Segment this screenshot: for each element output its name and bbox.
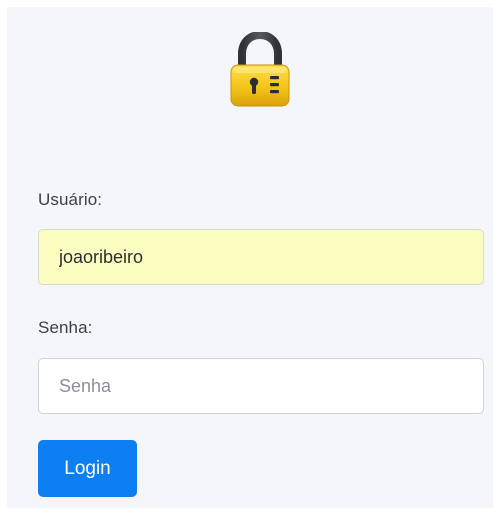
username-input[interactable]	[38, 229, 484, 285]
password-label: Senha:	[38, 318, 93, 337]
login-panel: Usuário: Senha: Login	[7, 7, 493, 508]
username-label: Usuário:	[38, 190, 103, 209]
lock-icon	[230, 32, 290, 107]
login-button[interactable]: Login	[38, 440, 137, 497]
password-input[interactable]	[38, 358, 484, 414]
